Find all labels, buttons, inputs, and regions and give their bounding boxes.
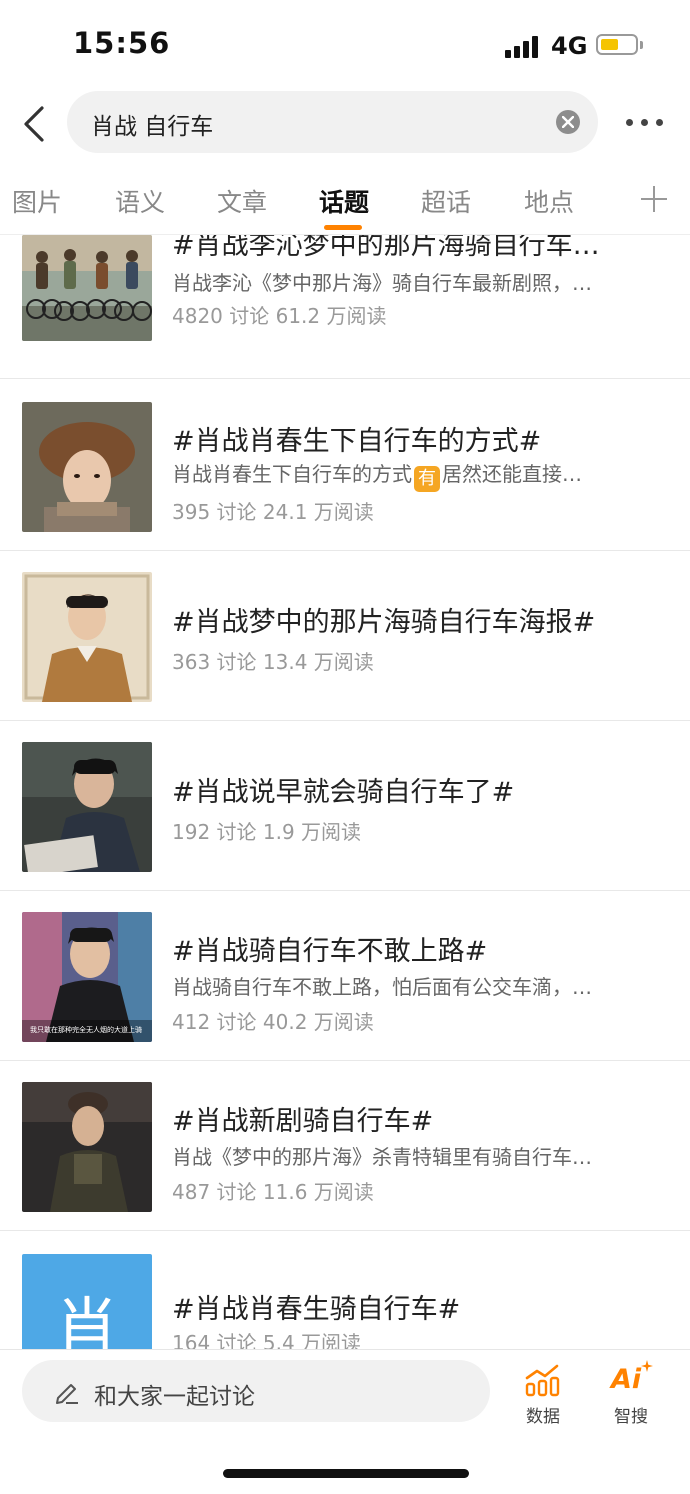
topic-title: #肖战梦中的那片海骑自行车海报# bbox=[172, 607, 596, 638]
tab-topics[interactable]: 话题 bbox=[319, 183, 369, 219]
home-indicator bbox=[223, 1469, 469, 1478]
pencil-icon bbox=[56, 1384, 78, 1404]
topic-title: #肖战李沁梦中的那片海骑自行车… bbox=[172, 235, 600, 261]
battery-tip bbox=[640, 41, 643, 49]
topic-thumbnail bbox=[22, 1082, 152, 1212]
topic-stats: 192 讨论 1.9 万阅读 bbox=[172, 820, 362, 844]
description-text: 居然还能直接… bbox=[442, 462, 582, 486]
ai-search-label: 智搜 bbox=[614, 1407, 648, 1427]
tab-articles[interactable]: 文章 bbox=[217, 183, 267, 219]
tab-semantic[interactable]: 语义 bbox=[115, 183, 165, 219]
clear-search-button[interactable] bbox=[556, 110, 580, 134]
topic-description: 肖战骑自行车不敢上路，怕后面有公交车滴，… bbox=[172, 975, 592, 999]
topic-title: #肖战肖春生下自行车的方式# bbox=[172, 426, 542, 457]
add-tab-icon[interactable] bbox=[641, 186, 667, 212]
topic-thumbnail: 我只敢在那种完全无人烟的大道上骑 bbox=[22, 912, 152, 1042]
battery-icon bbox=[596, 34, 638, 55]
topic-row[interactable]: #肖战新剧骑自行车# 肖战《梦中的那片海》杀青特辑里有骑自行车… 487 讨论 … bbox=[0, 1061, 690, 1231]
topic-stats: 164 讨论 5.4 万阅读 bbox=[172, 1331, 362, 1349]
topic-stats: 412 讨论 40.2 万阅读 bbox=[172, 1010, 374, 1034]
topic-row[interactable]: 肖 #肖战肖春生骑自行车# 164 讨论 5.4 万阅读 bbox=[0, 1231, 690, 1349]
topic-list[interactable]: #肖战李沁梦中的那片海骑自行车… 肖战李沁《梦中那片海》骑自行车最新剧照，… 4… bbox=[0, 235, 690, 1349]
network-type: 4G bbox=[551, 32, 588, 60]
row-divider bbox=[0, 378, 690, 379]
topic-stats: 363 讨论 13.4 万阅读 bbox=[172, 650, 374, 674]
compose-placeholder: 和大家一起讨论 bbox=[94, 1384, 255, 1410]
status-bar: 15:56 4G bbox=[0, 0, 690, 90]
search-input[interactable]: 肖战 自行车 bbox=[67, 91, 598, 153]
topic-thumbnail: 肖 bbox=[22, 1254, 152, 1349]
back-button[interactable] bbox=[18, 104, 58, 144]
topic-row[interactable]: #肖战梦中的那片海骑自行车海报# 363 讨论 13.4 万阅读 bbox=[0, 551, 690, 721]
topic-thumbnail bbox=[22, 572, 152, 702]
chevron-left-icon bbox=[24, 106, 44, 142]
bottom-bar: 和大家一起讨论 数据 Ai 智搜 bbox=[0, 1349, 690, 1494]
topic-row[interactable]: 我只敢在那种完全无人烟的大道上骑 #肖战骑自行车不敢上路# 肖战骑自行车不敢上路… bbox=[0, 891, 690, 1061]
data-label: 数据 bbox=[526, 1407, 560, 1427]
topic-thumbnail bbox=[22, 235, 152, 341]
tab-super-topics[interactable]: 超话 bbox=[421, 183, 471, 219]
tab-places[interactable]: 地点 bbox=[524, 183, 574, 219]
status-time: 15:56 bbox=[73, 26, 171, 60]
topic-description: 肖战李沁《梦中那片海》骑自行车最新剧照，… bbox=[172, 271, 592, 295]
ai-icon: Ai bbox=[611, 1364, 642, 1395]
topic-thumbnail bbox=[22, 742, 152, 872]
chart-icon bbox=[525, 1364, 560, 1397]
topic-stats: 4820 讨论 61.2 万阅读 bbox=[172, 304, 387, 328]
data-button[interactable]: 数据 bbox=[513, 1362, 573, 1427]
topic-stats: 395 讨论 24.1 万阅读 bbox=[172, 500, 374, 524]
topic-stats: 487 讨论 11.6 万阅读 bbox=[172, 1180, 374, 1204]
more-options-button[interactable] bbox=[626, 119, 666, 127]
topic-title: #肖战新剧骑自行车# bbox=[172, 1106, 434, 1137]
topic-row[interactable]: #肖战李沁梦中的那片海骑自行车… 肖战李沁《梦中那片海》骑自行车最新剧照，… 4… bbox=[0, 235, 690, 381]
description-text: 肖战肖春生下自行车的方式 bbox=[172, 462, 412, 486]
sparkle-icon bbox=[641, 1360, 653, 1372]
topic-row[interactable]: #肖战说早就会骑自行车了# 192 讨论 1.9 万阅读 bbox=[0, 721, 690, 891]
thumbnail-caption: 我只敢在那种完全无人烟的大道上骑 bbox=[30, 1026, 142, 1034]
close-icon bbox=[562, 116, 574, 128]
active-tab-indicator bbox=[324, 225, 362, 230]
topic-letter-avatar: 肖 bbox=[22, 1254, 152, 1349]
topic-thumbnail bbox=[22, 402, 152, 532]
compose-input[interactable]: 和大家一起讨论 bbox=[22, 1360, 490, 1422]
topic-title: #肖战骑自行车不敢上路# bbox=[172, 936, 488, 967]
you-emoji-badge: 有 bbox=[414, 466, 440, 492]
cellular-signal-icon bbox=[505, 34, 541, 58]
tab-images[interactable]: 图片 bbox=[12, 183, 62, 219]
topic-title: #肖战说早就会骑自行车了# bbox=[172, 777, 515, 808]
search-query: 肖战 自行车 bbox=[91, 114, 214, 140]
topic-title: #肖战肖春生骑自行车# bbox=[172, 1294, 461, 1325]
topic-row[interactable]: #肖战肖春生下自行车的方式# 肖战肖春生下自行车的方式有居然还能直接… 395 … bbox=[0, 381, 690, 551]
topic-description: 肖战《梦中的那片海》杀青特辑里有骑自行车… bbox=[172, 1145, 592, 1169]
topic-description: 肖战肖春生下自行车的方式有居然还能直接… bbox=[172, 458, 660, 492]
